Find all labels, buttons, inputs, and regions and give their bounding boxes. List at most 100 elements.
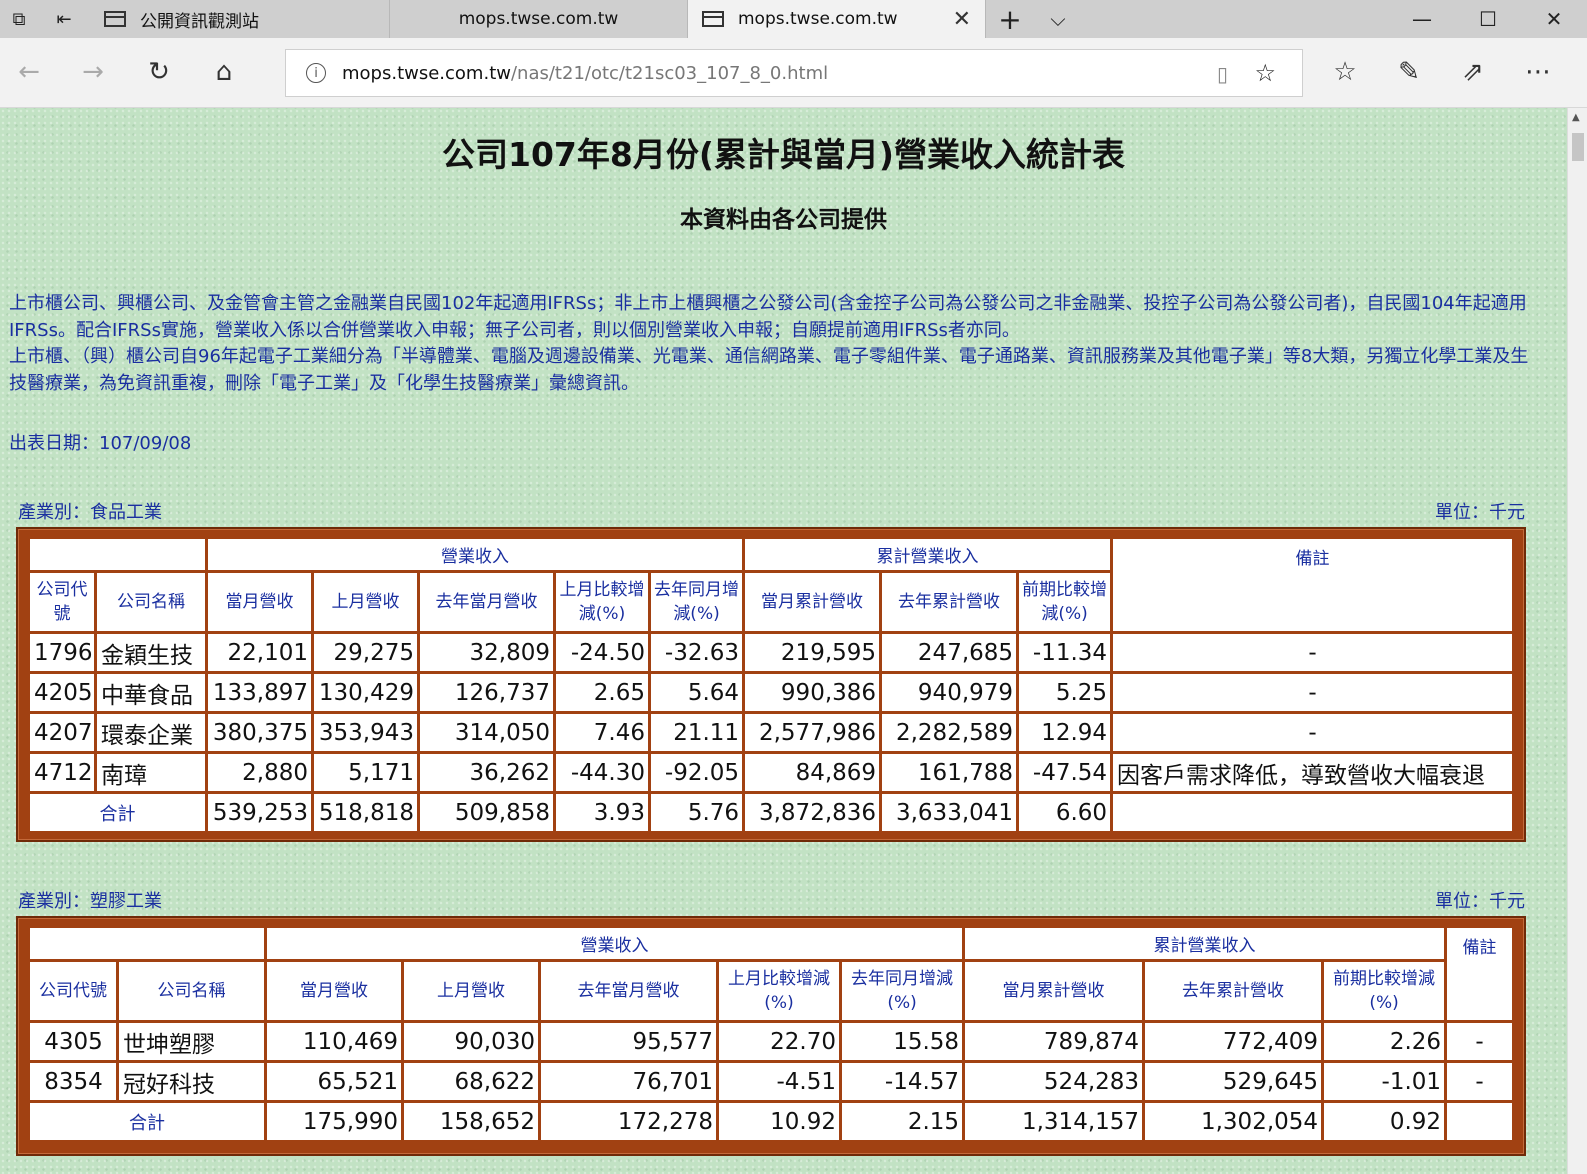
cell-cum-pct: -47.54 <box>1019 754 1111 791</box>
set-aside-tabs-icon[interactable]: ⇤ <box>38 0 90 38</box>
total-row: 合計 539,253 518,818 509,858 3.93 5.76 3,8… <box>30 794 1512 831</box>
cell-cum-ly: 940,979 <box>882 674 1017 711</box>
header-curr: 當月營收 <box>267 962 401 1020</box>
cell-name: 環泰企業 <box>97 714 205 751</box>
table-row: 8354 冠好科技 65,521 68,622 76,701 -4.51 -14… <box>30 1063 1512 1100</box>
total-label: 合計 <box>30 794 205 831</box>
note-electronics: 上市櫃、（興）櫃公司自96年起電子工業細分為「半導體業、電腦及週邊設備業、光電業… <box>9 346 1529 394</box>
cell-name: 冠好科技 <box>119 1063 264 1100</box>
forward-icon[interactable]: → <box>73 52 113 92</box>
address-bar[interactable]: i mops.twse.com.tw/nas/t21/otc/t21sc03_1… <box>285 49 1303 97</box>
total-remark <box>1113 794 1512 831</box>
close-window-icon[interactable]: ✕ <box>1521 0 1587 38</box>
cell-cum-ly: 2,282,589 <box>882 714 1017 751</box>
scroll-up-icon[interactable]: ▲ <box>1572 112 1580 123</box>
total-last: 518,818 <box>314 794 417 831</box>
scrollbar-thumb[interactable] <box>1572 133 1584 161</box>
header-cum-ly: 去年累計營收 <box>882 573 1017 631</box>
cell-last: 90,030 <box>404 1023 538 1060</box>
vertical-scrollbar[interactable]: ▲ <box>1567 108 1587 1174</box>
cell-ly: 36,262 <box>420 754 553 791</box>
header-last: 上月營收 <box>314 573 417 631</box>
share-icon[interactable]: ⇗ <box>1453 52 1493 92</box>
cell-cum-pct: 2.26 <box>1324 1023 1445 1060</box>
cell-yoy: -32.63 <box>651 634 743 671</box>
maximize-icon[interactable]: ☐ <box>1455 0 1521 38</box>
tab-mops-2[interactable]: mops.twse.com.tw <box>390 0 688 38</box>
cell-cum-ly: 161,788 <box>882 754 1017 791</box>
cell-mom: 7.46 <box>556 714 648 751</box>
revenue-table-food: 營業收入 累計營業收入 備註 公司代號 公司名稱 當月營收 上月營收 去年當月營… <box>16 527 1526 842</box>
cell-cum-pct: -1.01 <box>1324 1063 1445 1100</box>
total-yoy: 5.76 <box>651 794 743 831</box>
more-menu-icon[interactable]: ⋯ <box>1518 52 1558 92</box>
tab-mops-active[interactable]: mops.twse.com.tw ✕ <box>688 0 986 38</box>
header-mom: 上月比較增減(%) <box>719 962 839 1020</box>
cell-name: 南璋 <box>97 754 205 791</box>
cell-curr: 110,469 <box>267 1023 401 1060</box>
cell-remark: - <box>1113 714 1512 751</box>
cell-code: 4305 <box>30 1023 116 1060</box>
total-cum-pct: 6.60 <box>1019 794 1111 831</box>
total-cum: 3,872,836 <box>745 794 880 831</box>
header-revenue-group: 營業收入 <box>208 539 743 570</box>
cell-yoy: -92.05 <box>651 754 743 791</box>
table-row: 1796 金穎生技 22,101 29,275 32,809 -24.50 -3… <box>30 634 1512 671</box>
cell-cum-pct: 12.94 <box>1019 714 1111 751</box>
new-tab-icon[interactable]: + <box>986 0 1034 38</box>
back-icon[interactable]: ← <box>9 52 49 92</box>
cell-code: 1796 <box>30 634 94 671</box>
cell-remark: - <box>1447 1023 1512 1060</box>
table-row: 4712 南璋 2,880 5,171 36,262 -44.30 -92.05… <box>30 754 1512 791</box>
cell-yoy: 5.64 <box>651 674 743 711</box>
cell-cum-ly: 247,685 <box>882 634 1017 671</box>
pen-notes-icon[interactable]: ✎ <box>1389 52 1429 92</box>
total-ly: 172,278 <box>541 1103 716 1140</box>
cell-code: 8354 <box>30 1063 116 1100</box>
total-ly: 509,858 <box>420 794 553 831</box>
cell-cum: 990,386 <box>745 674 880 711</box>
reading-view-icon[interactable]: ▯ <box>1217 62 1228 86</box>
header-name: 公司名稱 <box>119 962 264 1020</box>
cell-mom: -44.30 <box>556 754 648 791</box>
header-cum-pct: 前期比較增減(%) <box>1324 962 1445 1020</box>
close-tab-icon[interactable]: ✕ <box>953 7 971 32</box>
cell-remark: 因客戶需求降低，導致營收大幅衰退 <box>1113 754 1512 791</box>
site-info-icon[interactable]: i <box>306 63 326 83</box>
table-row: 4305 世坤塑膠 110,469 90,030 95,577 22.70 15… <box>30 1023 1512 1060</box>
total-mom: 10.92 <box>719 1103 839 1140</box>
total-cum-ly: 3,633,041 <box>882 794 1017 831</box>
header-cum-ly: 去年累計營收 <box>1145 962 1322 1020</box>
cell-mom: -4.51 <box>719 1063 839 1100</box>
unit-label: 單位：千元 <box>1435 502 1525 523</box>
refresh-icon[interactable]: ↻ <box>139 52 179 92</box>
cell-name: 世坤塑膠 <box>119 1023 264 1060</box>
tab-mops-portal[interactable]: 公開資訊觀測站 <box>90 0 390 38</box>
cell-ly: 32,809 <box>420 634 553 671</box>
url-host: mops.twse.com.tw <box>342 62 511 84</box>
cell-ly: 314,050 <box>420 714 553 751</box>
header-ly: 去年當月營收 <box>420 573 553 631</box>
favorite-star-icon[interactable]: ☆ <box>1254 59 1276 87</box>
cell-ly: 76,701 <box>541 1063 716 1100</box>
header-ly: 去年當月營收 <box>541 962 716 1020</box>
home-icon[interactable]: ⌂ <box>204 52 244 92</box>
header-code: 公司代號 <box>30 573 94 631</box>
cell-remark: - <box>1447 1063 1512 1100</box>
cell-mom: 2.65 <box>556 674 648 711</box>
header-remark: 備註 <box>1113 539 1512 631</box>
tab-list-icon[interactable]: ⧉ <box>0 0 38 38</box>
header-yoy: 去年同月增減(%) <box>842 962 963 1020</box>
navigation-bar: ← → ↻ ⌂ i mops.twse.com.tw/nas/t21/otc/t… <box>0 38 1587 108</box>
chevron-down-icon[interactable]: ⌵ <box>1034 0 1082 38</box>
header-remark: 備註 <box>1447 928 1512 1020</box>
header-yoy: 去年同月增減(%) <box>651 573 743 631</box>
cell-cum: 2,577,986 <box>745 714 880 751</box>
cell-curr: 133,897 <box>208 674 311 711</box>
header-blank <box>30 539 205 570</box>
cell-curr: 2,880 <box>208 754 311 791</box>
total-curr: 175,990 <box>267 1103 401 1140</box>
minimize-icon[interactable]: — <box>1389 0 1455 38</box>
total-mom: 3.93 <box>556 794 648 831</box>
favorites-list-icon[interactable]: ☆ <box>1325 52 1365 92</box>
